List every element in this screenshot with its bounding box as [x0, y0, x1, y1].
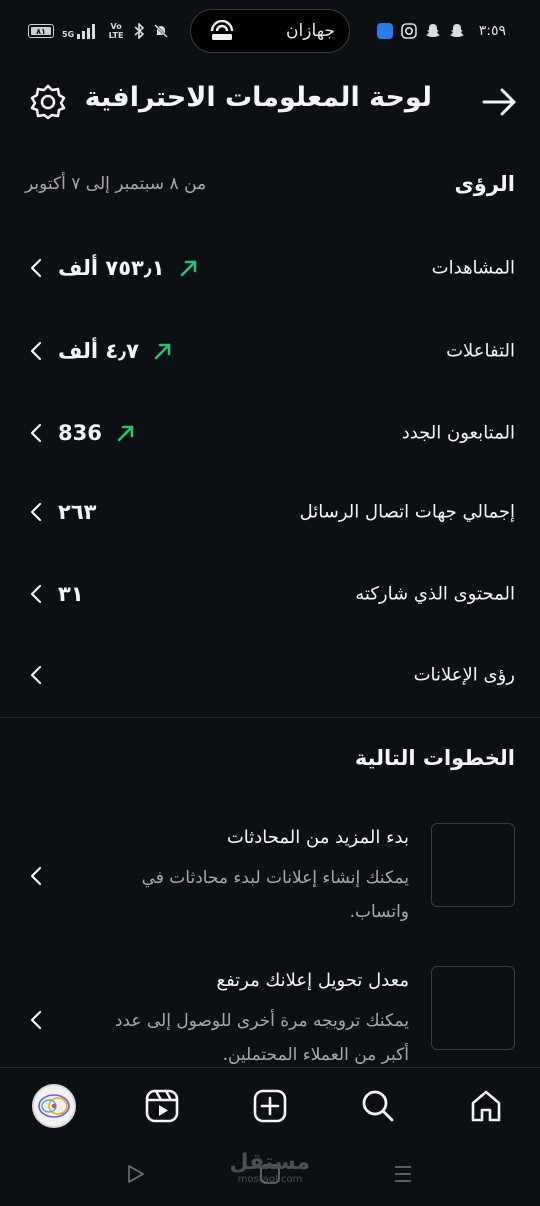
search-icon — [362, 1090, 394, 1122]
instagram-icon — [400, 23, 417, 39]
battery-level: ٨١ — [36, 26, 46, 36]
next-step-high-conversion[interactable]: معدل تحويل إعلانك مرتفع يمكنك ترويجه مرة… — [0, 966, 540, 1066]
bluetooth-icon — [134, 23, 145, 39]
nav-profile-button[interactable] — [30, 1082, 78, 1130]
step-thumbnail — [431, 966, 515, 1050]
bottom-navigation — [0, 1067, 540, 1143]
insight-value-group: 836 — [58, 421, 136, 445]
insight-row-message-contacts[interactable]: إجمالي جهات اتصال الرسائل ٢٦٣ — [0, 482, 540, 542]
insights-heading: الرؤى — [454, 172, 515, 196]
chevron-left-icon — [30, 866, 42, 886]
signal-icon: 5G — [62, 23, 99, 39]
volte-indicator: Vo LTE — [108, 22, 124, 40]
nav-create-button[interactable] — [246, 1082, 294, 1130]
insight-value-group: ٢٦٣ — [58, 500, 96, 524]
system-navigation-bar: مستقل mostaql.com — [0, 1143, 540, 1206]
arrow-right-icon — [482, 88, 516, 116]
insight-row-views[interactable]: المشاهدات ٧٥٣٫١ ألف — [0, 238, 540, 298]
back-button[interactable] — [480, 84, 518, 120]
insight-value: ٧٥٣٫١ ألف — [58, 256, 165, 280]
carrier-label: جهازان — [286, 21, 335, 41]
chevron-left-icon — [30, 502, 42, 522]
watermark: مستقل mostaql.com — [229, 1150, 310, 1185]
battery-icon: ٨١ — [28, 24, 54, 38]
insight-value: 836 — [58, 421, 102, 445]
nav-home-button[interactable] — [462, 1082, 510, 1130]
arrow-up-right-icon — [154, 343, 171, 360]
notifications-muted-icon — [154, 24, 169, 38]
next-step-start-conversations[interactable]: بدء المزيد من المحادثات يمكنك إنشاء إعلا… — [0, 823, 540, 933]
next-steps-heading: الخطوات التالية — [354, 746, 515, 770]
insight-label: التفاعلات — [446, 340, 515, 362]
settings-button[interactable] — [30, 84, 66, 120]
insight-value: ٢٦٣ — [58, 500, 97, 524]
profile-avatar — [32, 1084, 76, 1128]
top-app-bar: لوحة المعلومات الاحترافية — [0, 72, 540, 132]
back-triangle-icon — [128, 1165, 144, 1183]
insight-label: إجمالي جهات اتصال الرسائل — [299, 501, 515, 523]
chevron-left-icon — [30, 665, 42, 685]
insight-value: ٣١ — [58, 582, 84, 606]
chevron-left-icon — [30, 584, 42, 604]
insight-row-interactions[interactable]: التفاعلات ٤٫٧ ألف — [0, 321, 540, 381]
nav-search-button[interactable] — [354, 1082, 402, 1130]
arrow-up-right-icon — [117, 425, 134, 442]
reels-icon — [145, 1089, 179, 1123]
section-divider — [0, 717, 540, 718]
system-back-button[interactable] — [120, 1161, 150, 1187]
insight-row-shared-content[interactable]: المحتوى الذي شاركته ٣١ — [0, 564, 540, 624]
step-title: معدل تحويل إعلانك مرتفع — [216, 970, 409, 991]
status-bar: ٨١ 5G Vo LTE جهازان ٣:٥٩ — [0, 0, 540, 62]
plus-square-icon — [253, 1089, 287, 1123]
step-thumbnail — [431, 823, 515, 907]
insight-value-group: ٤٫٧ ألف — [58, 339, 173, 363]
insight-value: ٤٫٧ ألف — [58, 339, 139, 363]
page-title: لوحة المعلومات الاحترافية — [84, 82, 432, 113]
gallery-app-icon — [376, 23, 393, 39]
status-left-icons: ٨١ 5G Vo LTE — [28, 20, 169, 42]
insight-label: رؤى الإعلانات — [413, 664, 515, 686]
chevron-left-icon — [30, 258, 42, 278]
chevron-left-icon — [30, 1010, 42, 1030]
insight-value-group: ٣١ — [58, 582, 84, 606]
nav-reels-button[interactable] — [138, 1082, 186, 1130]
home-icon — [471, 1090, 501, 1122]
date-range[interactable]: من ٨ سبتمبر إلى ٧ أكتوبر — [25, 174, 206, 194]
insight-label: المتابعون الجدد — [401, 422, 515, 444]
arrow-up-right-icon — [180, 260, 196, 277]
gear-icon — [30, 84, 66, 120]
insight-label: المشاهدات — [431, 257, 515, 279]
recent-apps-button[interactable] — [388, 1161, 418, 1187]
insight-value-group: ٧٥٣٫١ ألف — [58, 256, 199, 280]
snapchat-icon — [425, 24, 440, 37]
snapchat-icon-2 — [449, 24, 464, 37]
menu-lines-icon — [395, 1166, 411, 1182]
chevron-left-icon — [30, 423, 42, 443]
status-right-icons: ٣:٥٩ — [376, 20, 506, 42]
insight-row-new-followers[interactable]: المتابعون الجدد 836 — [0, 403, 540, 463]
chevron-left-icon — [30, 341, 42, 361]
insight-label: المحتوى الذي شاركته — [355, 583, 515, 605]
step-description: يمكنك ترويجه مرة أخرى للوصول إلى عدد أكب… — [114, 1011, 409, 1065]
clock: ٣:٥٩ — [478, 23, 506, 39]
insight-row-ad-insights[interactable]: رؤى الإعلانات — [0, 645, 540, 705]
step-title: بدء المزيد من المحادثات — [226, 827, 409, 848]
dynamic-island: جهازان — [190, 9, 350, 53]
hotspot-icon — [210, 20, 234, 40]
step-description: يمكنك إنشاء إعلانات لبدء محادثات في واتس… — [141, 868, 409, 922]
